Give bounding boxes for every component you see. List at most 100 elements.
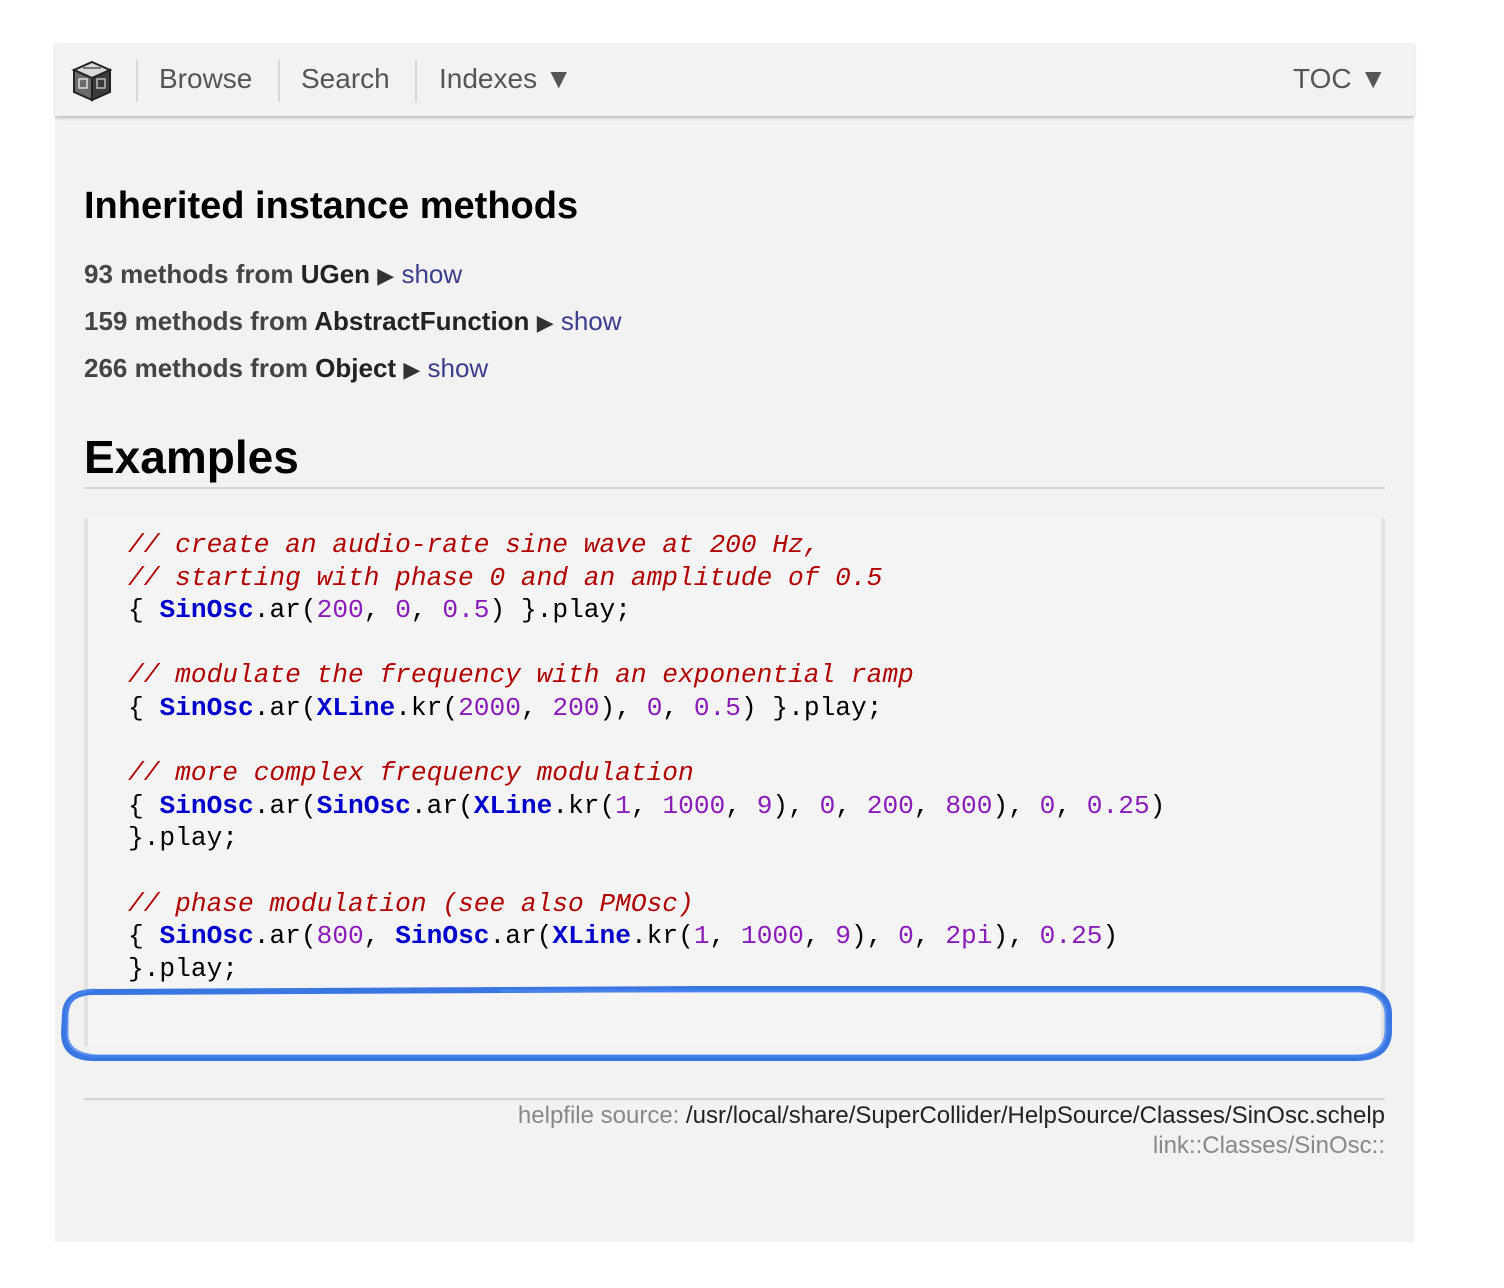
code-number: 0 <box>1039 790 1056 821</box>
helpfile-source-path: /usr/local/share/SuperCollider/HelpSourc… <box>686 1102 1385 1129</box>
code-text: // create an audio-rate sine wave at 200… <box>128 529 1165 985</box>
code-number: 0.25 <box>1086 790 1150 821</box>
code-token: .ar( <box>489 921 553 952</box>
code-class-name: XLine <box>316 692 396 723</box>
code-number: 1 <box>615 790 631 821</box>
code-token: ) <box>1149 790 1166 821</box>
code-token: , <box>803 921 836 952</box>
code-comment: // starting with phase 0 and an amplitud… <box>128 562 883 593</box>
code-class-name: SinOsc <box>159 790 254 821</box>
helpfile-source-label: helpfile source: <box>517 1102 687 1129</box>
methods-count-label: 266 methods from <box>84 353 316 383</box>
code-token: , <box>363 595 396 626</box>
nav-separator <box>136 60 138 102</box>
helpfile-source: helpfile source: /usr/local/share/SuperC… <box>518 1100 1385 1132</box>
code-number: 0 <box>819 790 836 821</box>
code-number: 0 <box>395 595 411 626</box>
nav-separator <box>415 60 417 102</box>
code-number: 0.25 <box>1039 921 1103 952</box>
indexes-menu[interactable]: Indexes ▼ <box>439 61 573 97</box>
code-line: { SinOsc.ar(XLine.kr(2000, 200), 0, 0.5)… <box>128 692 1165 725</box>
code-token: .kr( <box>395 692 459 723</box>
code-line: // phase modulation (see also PMOsc) <box>128 888 1165 921</box>
code-token: ) }.play; <box>489 595 631 626</box>
code-token: , <box>630 790 663 821</box>
code-number: 200 <box>552 692 600 723</box>
code-token: { <box>128 692 160 723</box>
methods-count-label: 159 methods from <box>84 306 315 336</box>
code-token: ), <box>772 790 820 821</box>
code-class-name: SinOsc <box>395 921 490 952</box>
code-line: // starting with phase 0 and an amplitud… <box>128 562 1165 595</box>
code-line: }.play; <box>128 953 1165 986</box>
code-number: 200 <box>316 595 364 626</box>
show-methods-link[interactable]: show <box>401 259 462 289</box>
code-token: , <box>1055 790 1087 821</box>
code-comment: // create an audio-rate sine wave at 200… <box>128 530 820 560</box>
code-comment: // more complex frequency modulation <box>128 758 694 789</box>
browse-link[interactable]: Browse <box>159 61 252 97</box>
code-number: 800 <box>945 790 993 821</box>
toc-menu[interactable]: TOC ▼ <box>1293 61 1387 97</box>
code-number: 9 <box>835 921 852 952</box>
code-class-name: SinOsc <box>159 595 254 626</box>
methods-count-label: 93 methods from <box>84 259 301 289</box>
top-nav-bar: Browse Search Indexes ▼ TOC ▼ <box>55 43 1414 116</box>
code-number: 2pi <box>945 921 993 952</box>
code-number: 1000 <box>662 790 726 821</box>
code-number: 1000 <box>740 921 804 952</box>
show-methods-link[interactable]: show <box>561 306 622 336</box>
helpfile-link: link::Classes/SinOsc:: <box>1152 1132 1385 1159</box>
code-line: // modulate the frequency with an expone… <box>128 659 1165 692</box>
inherited-row-abstractfunction: 159 methods from AbstractFunction ▶ show <box>84 304 622 340</box>
code-line: { SinOsc.ar(SinOsc.ar(XLine.kr(1, 1000, … <box>128 790 1165 823</box>
inherited-row-ugen: 93 methods from UGen ▶ show <box>84 257 462 293</box>
examples-heading: Examples <box>84 431 299 483</box>
code-number: 0.5 <box>442 595 490 626</box>
code-line: { SinOsc.ar(800, SinOsc.ar(XLine.kr(1, 1… <box>128 920 1165 953</box>
code-token: .ar( <box>253 921 317 952</box>
code-line: // create an audio-rate sine wave at 200… <box>128 529 1165 562</box>
code-token: , <box>410 595 443 626</box>
code-number: 1 <box>693 921 710 952</box>
code-token: , <box>662 692 694 723</box>
code-token: , <box>913 921 946 952</box>
inherited-methods-heading: Inherited instance methods <box>84 185 579 227</box>
code-class-name: SinOsc <box>159 692 254 723</box>
code-token: , <box>520 692 553 723</box>
code-class-name: SinOsc <box>316 790 411 821</box>
code-token: ), <box>599 692 647 723</box>
code-line: }.play; <box>128 822 1165 855</box>
code-token: ), <box>992 921 1040 952</box>
supercollider-cube-icon[interactable] <box>71 59 113 103</box>
code-token: .ar( <box>253 692 317 723</box>
code-token: .ar( <box>410 790 474 821</box>
code-token: .ar( <box>253 595 317 626</box>
code-number: 9 <box>756 790 773 821</box>
code-comment: // modulate the frequency with an expone… <box>128 660 914 691</box>
code-token: , <box>913 790 946 821</box>
code-number: 200 <box>866 790 914 821</box>
code-token: .kr( <box>630 921 694 952</box>
code-token: , <box>709 921 741 952</box>
code-token: { <box>128 790 160 821</box>
code-token: , <box>725 790 757 821</box>
code-class-name: XLine <box>473 790 553 821</box>
code-token: { <box>128 595 160 626</box>
code-example-block[interactable]: // create an audio-rate sine wave at 200… <box>84 518 1385 1046</box>
code-number: 800 <box>316 921 364 952</box>
code-token: }.play; <box>128 823 239 854</box>
code-token: .kr( <box>552 790 616 821</box>
superclass-name: UGen <box>300 259 371 289</box>
code-token: ), <box>992 790 1040 821</box>
show-methods-link[interactable]: show <box>427 353 488 383</box>
code-token: { <box>128 921 160 952</box>
code-token: .ar( <box>253 790 317 821</box>
code-token: ) <box>1102 921 1119 952</box>
code-number: 0 <box>898 921 914 952</box>
search-link[interactable]: Search <box>301 61 390 97</box>
nav-separator <box>278 60 280 102</box>
